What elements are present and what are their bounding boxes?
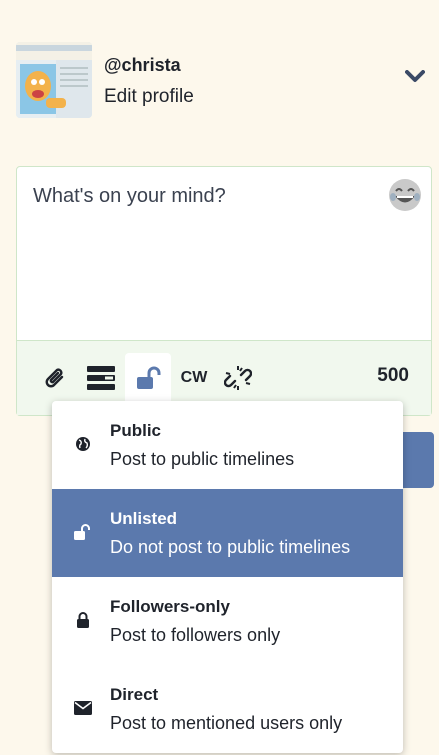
privacy-option-direct[interactable]: Direct Post to mentioned users only bbox=[52, 665, 403, 753]
profile-card: @christa Edit profile bbox=[16, 42, 431, 120]
option-title: Direct bbox=[110, 685, 159, 704]
compose-box: What's on your mind? CW 500 bbox=[16, 166, 432, 416]
profile-handle[interactable]: @christa bbox=[104, 55, 181, 76]
lock-icon bbox=[74, 611, 92, 629]
option-description: Post to public timelines bbox=[110, 449, 295, 469]
unlock-icon bbox=[74, 523, 92, 541]
edit-profile-link[interactable]: Edit profile bbox=[104, 86, 194, 108]
compose-textarea[interactable]: What's on your mind? bbox=[33, 185, 226, 208]
privacy-option-followers-only[interactable]: Followers-only Post to followers only bbox=[52, 577, 403, 665]
privacy-option-public[interactable]: Public Post to public timelines bbox=[52, 401, 403, 489]
option-title: Followers-only bbox=[110, 597, 230, 616]
character-counter: 500 bbox=[377, 365, 409, 386]
option-description: Do not post to public timelines bbox=[110, 537, 351, 557]
option-description: Post to followers only bbox=[110, 625, 281, 645]
privacy-option-unlisted[interactable]: Unlisted Do not post to public timelines bbox=[52, 489, 403, 577]
chevron-down-icon[interactable] bbox=[405, 70, 425, 84]
globe-icon bbox=[74, 435, 92, 453]
option-title: Unlisted bbox=[110, 509, 178, 528]
option-description: Post to mentioned users only bbox=[110, 713, 343, 733]
emoji-picker-icon[interactable] bbox=[387, 177, 423, 213]
privacy-dropdown: Public Post to public timelines Unlisted… bbox=[52, 401, 403, 753]
privacy-unlock-icon[interactable] bbox=[125, 353, 171, 403]
avatar[interactable] bbox=[16, 42, 92, 118]
option-title: Public bbox=[110, 421, 162, 440]
envelope-icon bbox=[74, 699, 92, 717]
